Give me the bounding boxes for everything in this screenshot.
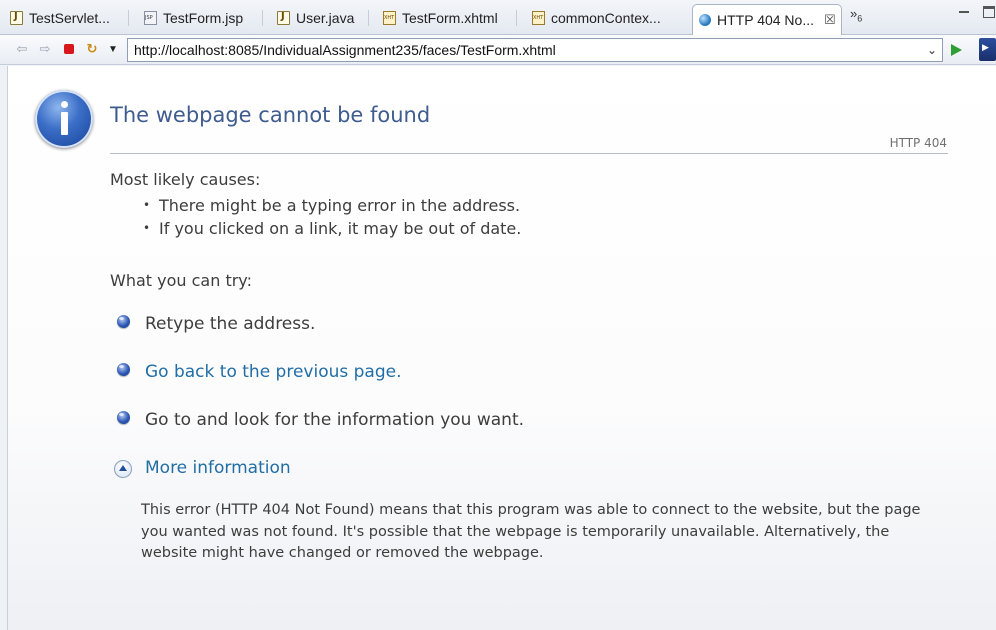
try-heading: What you can try: [110,271,252,290]
chevron-down-icon[interactable]: ▼ [105,41,121,57]
retype-address-text: Retype the address. [145,314,316,334]
minimize-icon[interactable] [958,6,970,18]
tab-divider [262,10,263,26]
divider [110,153,948,154]
tab-divider [368,10,369,26]
stop-icon[interactable] [61,41,77,57]
tab-label: User.java [296,10,355,26]
status-code: HTTP 404 [889,136,947,150]
url-input[interactable]: http://localhost:8085/IndividualAssignme… [134,42,922,58]
browser-toolbar: ⇦ ⇨ ↻ ▼ http://localhost:8085/Individual… [0,35,996,65]
tab-overflow-button[interactable]: »6 [850,6,862,24]
causes-heading: Most likely causes: [110,170,261,189]
refresh-icon[interactable]: ↻ [84,41,100,57]
back-icon[interactable]: ⇦ [14,41,30,57]
more-information-link[interactable]: More information [145,458,291,478]
open-external-icon[interactable] [979,38,996,61]
overflow-count: 6 [857,13,863,24]
close-icon[interactable]: ☒ [824,12,836,28]
info-icon [35,90,93,148]
tab-testform-xhtml[interactable]: TestForm.xhtml [383,4,498,32]
tab-divider [516,10,517,26]
java-file-icon [277,11,290,25]
tab-commoncontext[interactable]: commonContex... [532,4,661,32]
tab-divider [128,10,129,26]
cause-item: If you clicked on a link, it may be out … [143,219,521,238]
chevron-down-icon[interactable]: ⌄ [922,43,942,57]
tab-label: TestServlet... [29,10,110,26]
cause-text: If you clicked on a link, it may be out … [159,219,522,238]
tab-testservlet[interactable]: TestServlet... [10,4,110,32]
collapse-icon[interactable] [114,460,132,478]
cause-item: There might be a typing error in the add… [143,196,520,215]
address-bar[interactable]: http://localhost:8085/IndividualAssignme… [127,38,943,62]
tab-testform-jsp[interactable]: TestForm.jsp [144,4,243,32]
tab-label: HTTP 404 No... [717,12,815,28]
go-back-link[interactable]: Go back to the previous page. [145,362,402,382]
tab-label: TestForm.jsp [163,10,244,26]
page-title: The webpage cannot be found [110,103,431,127]
error-page: The webpage cannot be found HTTP 404 Mos… [7,66,996,630]
jsp-file-icon [144,11,157,25]
bullet-icon [117,411,130,424]
globe-icon [699,14,711,26]
tab-label: TestForm.xhtml [402,10,498,26]
go-to-text: Go to and look for the information you w… [145,410,525,430]
tab-label: commonContex... [551,10,661,26]
maximize-icon[interactable] [983,6,995,18]
forward-icon[interactable]: ⇨ [37,41,53,57]
editor-tab-bar: TestServlet... TestForm.jsp User.java Te… [0,0,996,35]
java-file-icon [10,11,23,25]
bullet-icon [117,363,130,376]
bullet-icon [117,315,130,328]
tab-http-404[interactable]: HTTP 404 No... ☒ [692,4,842,35]
xhtml-file-icon [532,11,545,25]
xhtml-file-icon [383,11,396,25]
tab-user-java[interactable]: User.java [277,4,354,32]
go-icon[interactable] [951,44,962,56]
error-description: This error (HTTP 404 Not Found) means th… [141,502,921,561]
cause-text: There might be a typing error in the add… [159,196,521,215]
